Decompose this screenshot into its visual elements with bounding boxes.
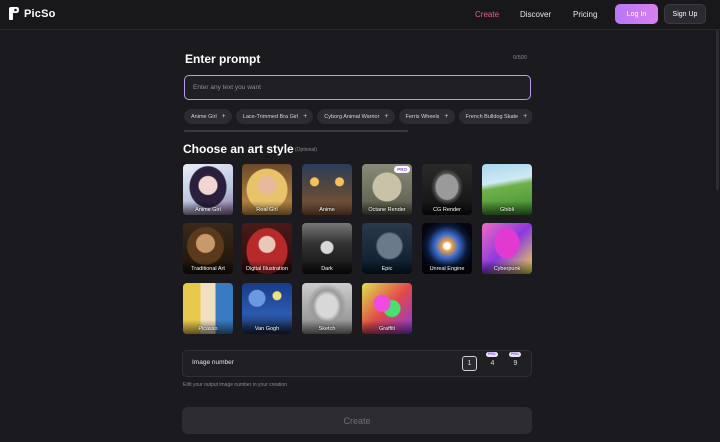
style-tile-octane-render[interactable]: PRO Octane Render (362, 164, 412, 215)
chip-label: Ferris Wheels (405, 113, 440, 120)
style-tile-cyberpunk[interactable]: Cyberpunk (482, 223, 532, 274)
style-tile-traditional-art[interactable]: Traditional Art (183, 223, 233, 274)
style-label: Sketch (318, 326, 336, 332)
style-tile-van-gogh[interactable]: Van Gogh (242, 283, 292, 334)
image-number-option-4[interactable]: PRO 4 (485, 352, 500, 371)
chip-label: Cyborg Animal Warrior (324, 113, 380, 120)
option-value: 4 (490, 360, 495, 367)
top-navbar: PicSo Create Discover Pricing Log In Sig… (0, 0, 720, 30)
plus-icon: + (221, 113, 226, 120)
character-counter: 0/500 (513, 55, 527, 61)
chips-scrollbar[interactable] (184, 130, 408, 132)
picso-logo-icon (9, 7, 19, 20)
style-label: Anime Girl (195, 207, 221, 213)
style-label: Octane Render (368, 207, 406, 213)
image-number-help: Edit your output image number in your cr… (183, 382, 287, 388)
suggestion-chip[interactable]: French Bulldog Skate + (458, 109, 532, 124)
style-label: Ghibli (499, 207, 515, 213)
login-button[interactable]: Log In (615, 4, 658, 24)
suggestion-chip[interactable]: Anime Girl + (184, 109, 232, 124)
style-tile-digital-illustration[interactable]: Digital Illustration (242, 223, 292, 274)
prompt-suggestion-chips: Anime Girl + Lace-Trimmed Bra Girl + Cyborg … (184, 109, 532, 124)
style-tile-anime-girl[interactable]: Anime Girl (183, 164, 233, 215)
style-label: Unreal Engine (429, 266, 465, 272)
chip-label: Anime Girl (191, 113, 217, 120)
style-tile-cg-render[interactable]: CG Render (422, 164, 472, 215)
nav-create[interactable]: Create (475, 10, 499, 19)
style-label: Digital Illustration (246, 266, 288, 272)
image-number-option-9[interactable]: PRO 9 (508, 352, 523, 371)
suggestion-chip[interactable]: Cyborg Animal Warrior + (317, 109, 395, 124)
style-label: Cyberpunk (493, 266, 521, 272)
prompt-input[interactable] (184, 75, 531, 100)
option-value: 9 (513, 360, 518, 367)
create-button[interactable]: Create (182, 407, 532, 434)
signup-button[interactable]: Sign Up (664, 4, 706, 24)
optional-note: (Optional) (295, 147, 317, 153)
plus-icon: + (303, 113, 308, 120)
style-tile-epic[interactable]: Epic (362, 223, 412, 274)
nav-pricing[interactable]: Pricing (573, 10, 597, 19)
suggestion-chip[interactable]: Ferris Wheels + (398, 109, 455, 124)
image-number-panel (182, 350, 532, 377)
chip-label: Lace-Trimmed Bra Girl (242, 113, 299, 120)
style-tile-anime[interactable]: Anime (302, 164, 352, 215)
style-tile-graffiti[interactable]: Graffiti (362, 283, 412, 334)
style-label: Real Girl (256, 207, 278, 213)
style-tile-dark[interactable]: Dark (302, 223, 352, 274)
page-scrollbar[interactable] (716, 30, 719, 190)
plus-icon: + (384, 113, 389, 120)
logo[interactable]: PicSo (8, 6, 56, 21)
prompt-title: Enter prompt (185, 52, 261, 66)
style-label: Graffiti (378, 326, 396, 332)
pro-badge: PRO (509, 352, 521, 357)
image-number-option-1[interactable]: 1 (462, 356, 477, 371)
style-tile-picasso[interactable]: Picasso (183, 283, 233, 334)
style-label: Van Gogh (254, 326, 280, 332)
style-label: Epic (381, 266, 393, 272)
style-label: CG Render (433, 207, 461, 213)
plus-icon: + (523, 113, 528, 120)
suggestion-chip[interactable]: Lace-Trimmed Bra Girl + (235, 109, 314, 124)
logo-text: PicSo (24, 7, 56, 20)
style-label: Traditional Art (191, 266, 225, 272)
style-label: Anime (319, 207, 335, 213)
style-label: Picasso (198, 326, 218, 332)
style-tile-unreal-engine[interactable]: Unreal Engine (422, 223, 472, 274)
style-tile-real-girl[interactable]: Real Girl (242, 164, 292, 215)
image-number-label: Image number (192, 359, 234, 366)
chip-label: French Bulldog Skate (465, 113, 519, 120)
pro-badge: PRO (394, 166, 410, 173)
style-tile-ghibli[interactable]: Ghibli (482, 164, 532, 215)
style-label: Dark (321, 266, 333, 272)
plus-icon: + (444, 113, 449, 120)
option-value: 1 (467, 360, 472, 367)
art-style-title: Choose an art style (183, 142, 294, 156)
style-tile-sketch[interactable]: Sketch (302, 283, 352, 334)
pro-badge: PRO (486, 352, 498, 357)
nav-discover[interactable]: Discover (520, 10, 551, 19)
